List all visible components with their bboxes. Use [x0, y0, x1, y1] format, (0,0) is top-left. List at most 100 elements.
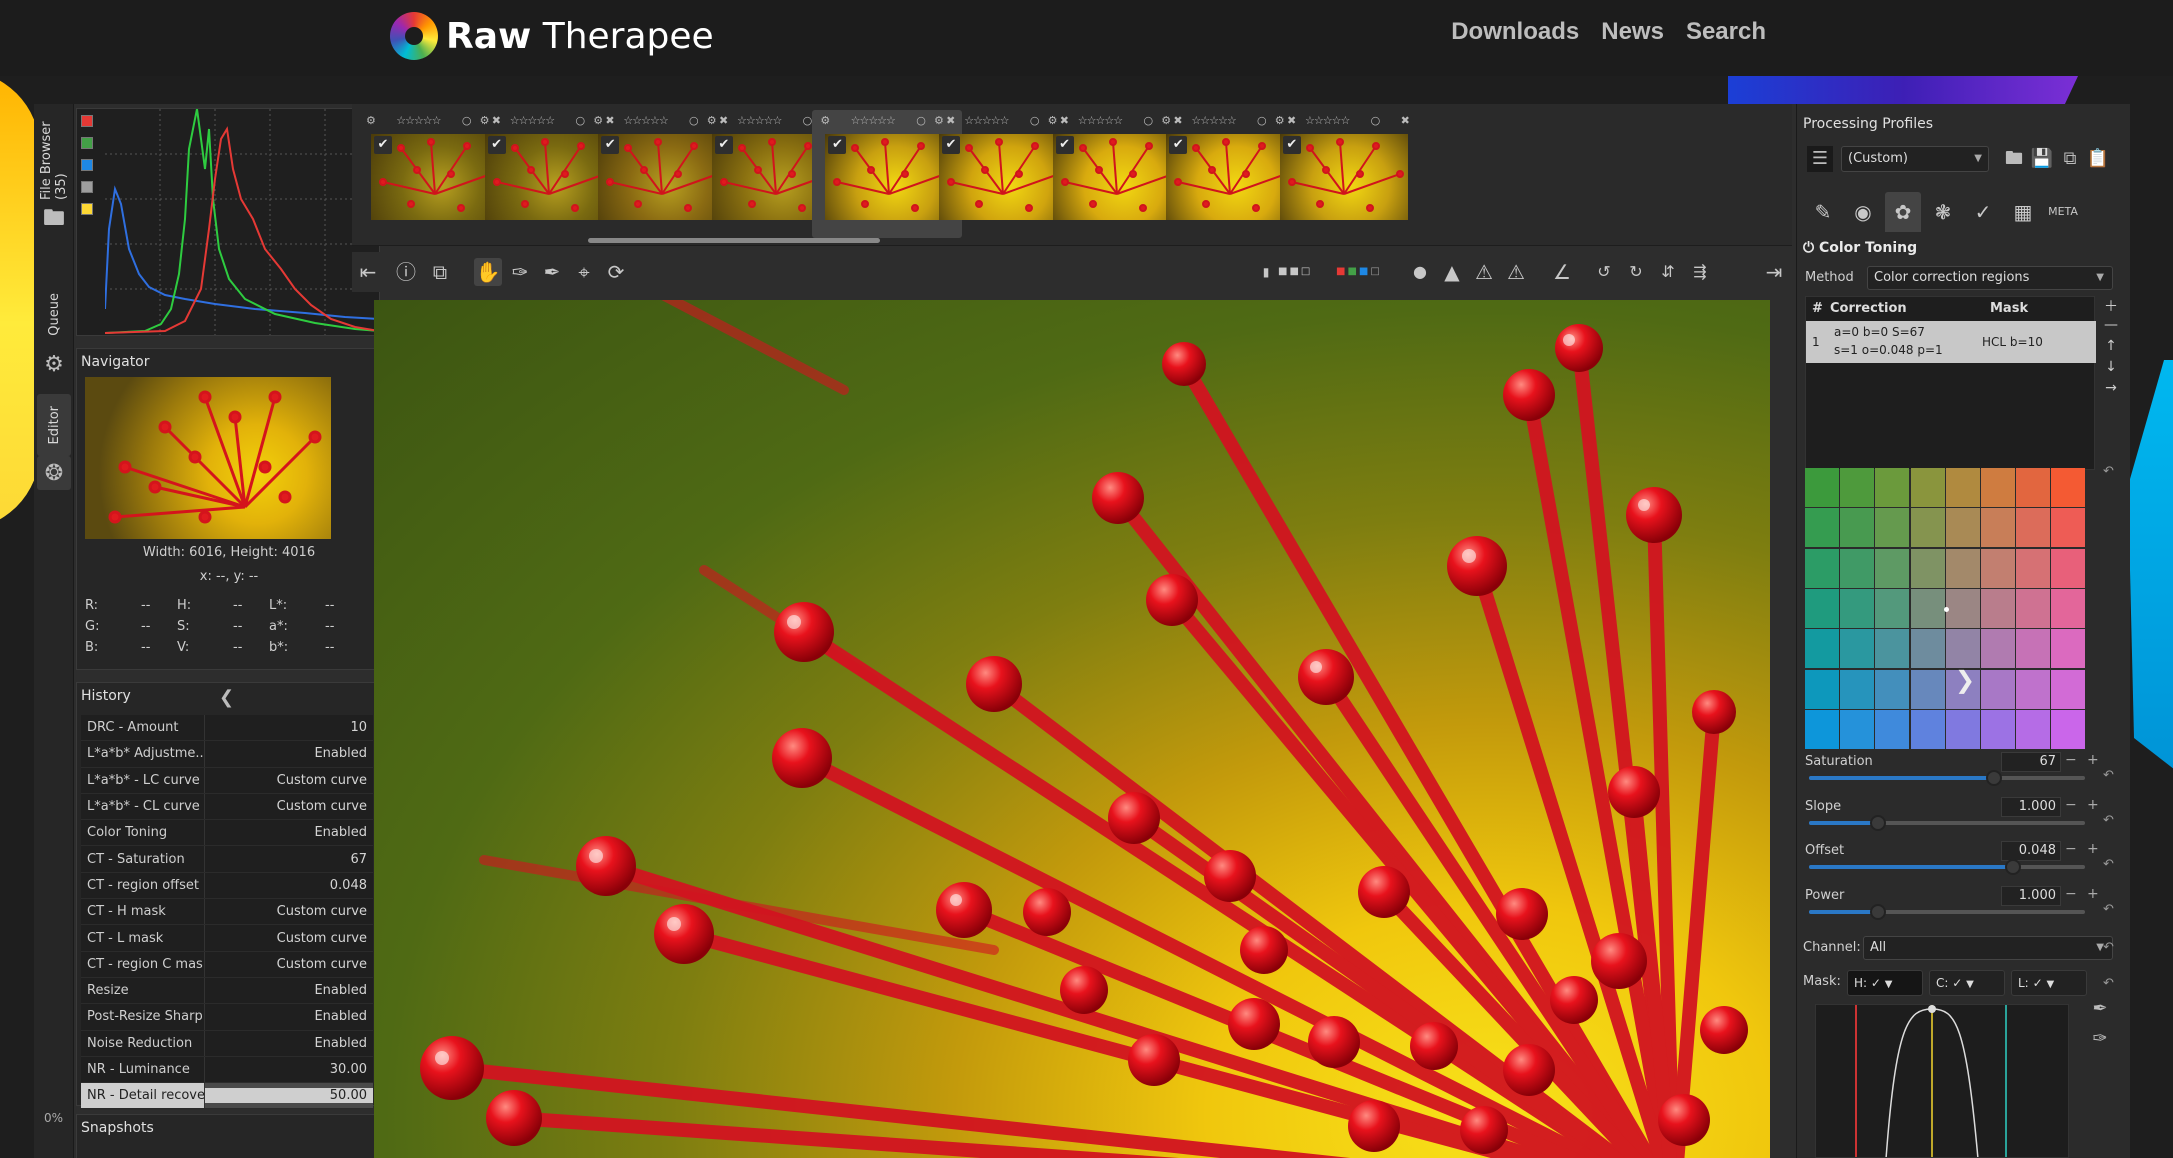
- grid-cell[interactable]: [1981, 709, 2015, 749]
- history-row[interactable]: Noise Reduction Enabled: [81, 1030, 373, 1057]
- color-label-icon[interactable]: ○: [1371, 114, 1381, 128]
- slider-value-input[interactable]: 0.048: [2001, 841, 2061, 862]
- grid-cell[interactable]: [1805, 709, 1839, 749]
- profile-select[interactable]: (Custom) ▼: [1841, 146, 1989, 172]
- slider-track[interactable]: [1809, 859, 2085, 876]
- channel-toggle-swatch[interactable]: [81, 181, 93, 193]
- grid-cell[interactable]: [1910, 468, 1945, 507]
- color-label-icon[interactable]: ○: [462, 114, 472, 128]
- grid-cell[interactable]: [1875, 508, 1910, 548]
- main-image-preview[interactable]: [374, 300, 1770, 1158]
- grid-cell[interactable]: [1805, 468, 1839, 507]
- hide-left-panel-icon[interactable]: ⇤: [354, 258, 382, 286]
- grid-cell[interactable]: [1910, 548, 1945, 588]
- checkmark-icon[interactable]: ✔: [942, 136, 960, 154]
- profile-list-icon[interactable]: ☰: [1807, 146, 1833, 172]
- reset-channel-icon[interactable]: ↶: [2103, 940, 2114, 955]
- rating-stars[interactable]: ☆☆☆☆☆: [510, 114, 555, 128]
- flip-horizontal-icon[interactable]: ⇶: [1686, 258, 1714, 286]
- slider-value-input[interactable]: 1.000: [2001, 885, 2061, 906]
- decrement-icon[interactable]: −: [2065, 752, 2077, 768]
- grid-cell[interactable]: [2016, 709, 2051, 749]
- grid-cell[interactable]: [1840, 508, 1875, 548]
- tab-file-browser[interactable]: File Browser (35): [37, 110, 71, 200]
- history-row[interactable]: Resize Enabled: [81, 977, 373, 1005]
- grid-cell[interactable]: [1981, 548, 2015, 588]
- color-label-icon[interactable]: ○: [1030, 114, 1040, 128]
- grid-cell[interactable]: [1840, 669, 1875, 709]
- hand-tool-icon[interactable]: ✋: [474, 258, 502, 286]
- history-row[interactable]: DRC - Amount 10: [81, 715, 373, 742]
- channel-preview-icons[interactable]: ■■■□: [1336, 258, 1380, 286]
- grid-cell[interactable]: [2016, 468, 2051, 507]
- site-logo[interactable]: Raw Therapee: [390, 11, 714, 61]
- grid-cell[interactable]: [1840, 629, 1875, 669]
- grid-cell[interactable]: [1910, 669, 1945, 709]
- reset-slider-icon[interactable]: ↶: [2103, 902, 2114, 917]
- grid-cell[interactable]: [1805, 548, 1839, 588]
- channel-toggle-swatch[interactable]: [81, 115, 93, 127]
- decrement-icon[interactable]: −: [2065, 886, 2077, 902]
- color-label-icon[interactable]: ○: [803, 114, 813, 128]
- color-label-icon[interactable]: ○: [1143, 114, 1153, 128]
- slider-value-input[interactable]: 1.000: [2001, 796, 2061, 817]
- grid-cell[interactable]: [2051, 468, 2086, 507]
- increment-icon[interactable]: +: [2087, 752, 2099, 768]
- history-row[interactable]: L*a*b* Adjustme... Enabled: [81, 741, 373, 768]
- decrement-icon[interactable]: −: [2065, 841, 2077, 857]
- history-row[interactable]: NR - Luminance 30.00: [81, 1056, 373, 1084]
- filmstrip-scrollbar[interactable]: [588, 238, 880, 243]
- color-toning-header[interactable]: ⏻ Color Toning: [1803, 240, 1917, 256]
- grid-cell[interactable]: [1945, 709, 1980, 749]
- move-up-icon[interactable]: ↑: [2099, 338, 2123, 359]
- power-icon[interactable]: ⏻: [1803, 240, 1814, 256]
- open-folder-icon[interactable]: 🖿: [2001, 146, 2027, 172]
- history-row[interactable]: CT - H mask Custom curve: [81, 899, 373, 926]
- history-row[interactable]: CT - region offset 0.048: [81, 872, 373, 900]
- copy-region-icon[interactable]: →: [2099, 380, 2123, 401]
- increment-icon[interactable]: +: [2087, 886, 2099, 902]
- tab-queue[interactable]: Queue: [37, 284, 71, 344]
- rotate-right-icon[interactable]: ↻: [1622, 258, 1650, 286]
- reset-slider-icon[interactable]: ↶: [2103, 813, 2114, 828]
- exposure-tab-icon[interactable]: ✎: [1805, 192, 1841, 232]
- rating-stars[interactable]: ☆☆☆☆☆: [964, 114, 1009, 128]
- move-down-icon[interactable]: ↓: [2099, 359, 2123, 380]
- slider-knob[interactable]: [1985, 770, 2002, 786]
- color-picker-icon[interactable]: ✒: [538, 258, 566, 286]
- mask-c-button[interactable]: C: ✓ ▼: [1929, 970, 2005, 996]
- grid-cell[interactable]: [1981, 508, 2015, 548]
- navigator-preview[interactable]: [85, 377, 331, 539]
- reset-slider-icon[interactable]: ↶: [2103, 768, 2114, 783]
- focus-mask-icon[interactable]: ●: [1406, 258, 1434, 286]
- rating-stars[interactable]: ☆☆☆☆☆: [1305, 114, 1350, 128]
- rating-stars[interactable]: ☆☆☆☆☆: [737, 114, 782, 128]
- checkmark-icon[interactable]: ✔: [714, 136, 733, 154]
- nav-news-link[interactable]: News: [1601, 18, 1664, 46]
- highlight-warning-icon[interactable]: ⚠: [1502, 258, 1530, 286]
- grid-cell[interactable]: [1805, 669, 1839, 709]
- grid-cell[interactable]: [1910, 709, 1945, 749]
- folder-icon[interactable]: 🖿: [37, 204, 71, 236]
- crop-icon[interactable]: ⌖: [570, 258, 598, 286]
- detail-tab-icon[interactable]: ◉: [1845, 192, 1881, 232]
- grid-cell[interactable]: [1910, 508, 1945, 548]
- filmstrip-thumbnail[interactable]: ⚙ ☆☆☆☆☆ ○ ✖ ✔: [1267, 110, 1417, 238]
- pipette-icon[interactable]: ✑: [2087, 1026, 2113, 1052]
- increment-icon[interactable]: +: [2087, 797, 2099, 813]
- add-region-icon[interactable]: ＋: [2099, 296, 2123, 317]
- metadata-tab-icon[interactable]: META: [2045, 192, 2081, 232]
- checkmark-icon[interactable]: ✔: [1169, 136, 1188, 154]
- grid-cell[interactable]: [1805, 508, 1839, 548]
- channel-toggle-swatch[interactable]: [81, 137, 93, 149]
- grid-cell[interactable]: [1840, 709, 1875, 749]
- grid-cell[interactable]: [2016, 548, 2051, 588]
- checkmark-icon[interactable]: ✔: [487, 136, 506, 154]
- history-row[interactable]: CT - Saturation 67: [81, 846, 373, 873]
- rating-stars[interactable]: ☆☆☆☆☆: [1078, 114, 1123, 128]
- shadow-warning-icon[interactable]: ⚠: [1470, 258, 1498, 286]
- nav-downloads-link[interactable]: Downloads: [1451, 18, 1579, 46]
- reset-slider-icon[interactable]: ↶: [2103, 857, 2114, 872]
- clipping-indicator-icon[interactable]: ▲: [1438, 258, 1466, 286]
- history-row[interactable]: L*a*b* - CL curve Custom curve: [81, 793, 373, 821]
